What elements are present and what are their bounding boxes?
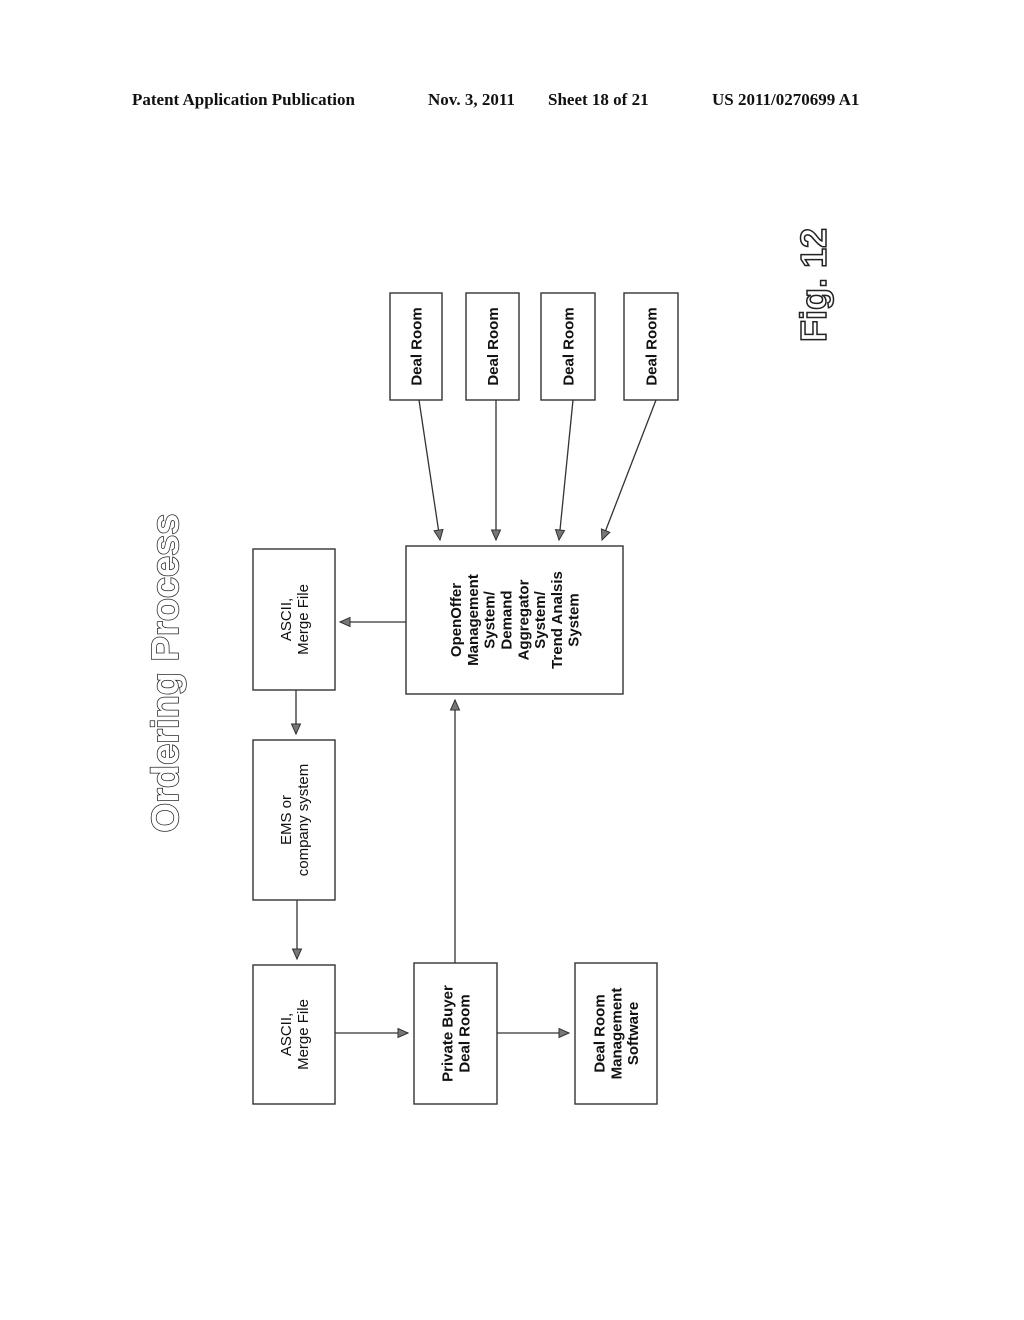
node-label-line: Deal Room: [560, 307, 577, 385]
arrowhead-icon: [290, 723, 302, 736]
node-label-line: ASCII,: [278, 598, 295, 641]
arrowhead-icon: [449, 698, 461, 711]
diagram-title: Ordering Process: [145, 514, 187, 833]
node-ascii-top: ASCII, Merge File: [252, 548, 336, 691]
node-label-line: Deal Room: [592, 994, 609, 1072]
node-label-line: Demand: [499, 590, 516, 649]
node-label-line: Merge File: [295, 584, 312, 655]
arrowhead-icon: [554, 529, 566, 542]
edges: [290, 399, 657, 1039]
node-label-line: Merge File: [295, 999, 312, 1070]
node-label-line: Deal Room: [456, 994, 473, 1072]
node-label-line: Trend Analsis: [549, 571, 566, 669]
node-label-line: ASCII,: [278, 1013, 295, 1056]
edge-deal-room-4-to-openoffer: [601, 399, 657, 541]
flow-diagram: Ordering Process Fig. 12 Deal Room Deal R…: [144, 227, 835, 1105]
arrowhead-icon: [291, 948, 303, 961]
node-deal-room-1: Deal Room: [389, 292, 443, 401]
node-ems: EMS or company system: [252, 739, 336, 901]
node-label-line: System/: [532, 590, 549, 648]
node-deal-room-mgmt: Deal Room Management Software: [574, 962, 658, 1105]
node-label-line: Deal Room: [643, 307, 660, 385]
edge-deal-room-3-to-openoffer: [558, 399, 574, 541]
arrowhead-icon: [490, 529, 502, 542]
arrowhead-icon: [600, 528, 611, 542]
node-label-line: Aggregator: [515, 579, 532, 660]
arrowhead-icon: [433, 528, 444, 542]
node-label-line: Private Buyer: [440, 985, 457, 1082]
node-label-line: Deal Room: [485, 307, 502, 385]
node-label-line: Deal Room: [408, 307, 425, 385]
arrowhead-icon: [397, 1027, 410, 1039]
nodes: Deal Room Deal Room Deal Room Deal Room Open…: [252, 292, 679, 1105]
arrowhead-icon: [558, 1027, 571, 1039]
arrowhead-icon: [338, 616, 351, 628]
node-label-line: OpenOffer: [448, 583, 465, 657]
node-openoffer: OpenOffer Management System/Demand Aggregat…: [405, 545, 624, 695]
node-label-line: System/: [482, 590, 499, 648]
node-label-line: Management: [608, 988, 625, 1080]
node-deal-room-3: Deal Room: [540, 292, 596, 401]
node-deal-room-4: Deal Room: [623, 292, 679, 401]
node-deal-room-2: Deal Room: [465, 292, 520, 401]
node-ascii-bottom: ASCII, Merge File: [252, 964, 336, 1105]
node-private-buyer: Private Buyer Deal Room: [413, 962, 498, 1105]
edge-deal-room-1-to-openoffer: [418, 399, 441, 541]
node-label-line: Software: [625, 1002, 642, 1065]
node-label-line: EMS or: [278, 795, 295, 845]
node-label-line: System: [566, 593, 583, 646]
node-label-line: Management: [465, 574, 482, 666]
node-label-line: company system: [295, 764, 312, 877]
figure-label: Fig. 12: [793, 228, 834, 342]
